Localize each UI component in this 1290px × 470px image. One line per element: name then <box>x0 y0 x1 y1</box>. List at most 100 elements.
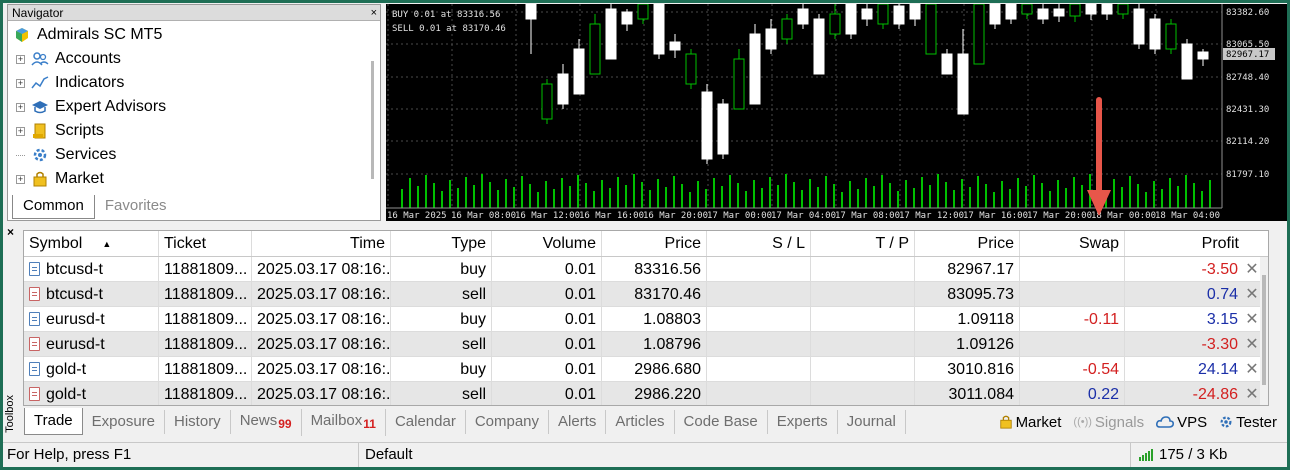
expand-icon[interactable]: + <box>16 174 25 184</box>
indicators-icon <box>31 74 49 92</box>
tab-articles[interactable]: Articles <box>606 410 675 434</box>
close-position-icon[interactable]: ✕ <box>1244 357 1260 381</box>
ticket-cell: 11881809... <box>159 382 252 405</box>
candle-body <box>653 4 665 55</box>
time-cell: 2025.03.17 08:16:... <box>252 282 391 306</box>
candle-body <box>877 4 889 25</box>
tp-cell <box>811 332 915 356</box>
open-price-cell: 83170.46 <box>602 282 707 306</box>
tab-news[interactable]: News99 <box>231 408 302 436</box>
candle-body <box>1181 43 1193 80</box>
tab-favorites[interactable]: Favorites <box>95 195 177 219</box>
close-position-icon[interactable]: ✕ <box>1244 257 1260 281</box>
price-chart[interactable]: 83382.60 83065.50 82967.17 82748.40 82431.30… <box>386 4 1287 221</box>
candle-body <box>861 8 873 20</box>
close-position-icon[interactable]: ✕ <box>1244 282 1260 306</box>
tab-calendar[interactable]: Calendar <box>386 410 466 434</box>
symbol-cell: btcusd-t <box>24 282 159 306</box>
column-current-price[interactable]: Price <box>915 231 1020 256</box>
candle-body <box>893 5 905 25</box>
time-tick-label: 17 Mar 16:00 <box>963 211 1028 221</box>
navigator-item-market[interactable]: + Market <box>8 167 380 191</box>
column-ticket[interactable]: Ticket <box>159 231 252 256</box>
status-network[interactable]: 175 / 3 Kb <box>1131 443 1227 467</box>
tester-tab[interactable]: Tester <box>1219 414 1277 431</box>
tab-common[interactable]: Common <box>12 195 95 219</box>
table-row[interactable]: btcusd-t 11881809... 2025.03.17 08:16:... b… <box>24 257 1268 282</box>
candle-body <box>669 41 681 51</box>
buy-order-label: BUY 0.01 at 83316.56 <box>392 10 500 20</box>
tab-history[interactable]: History <box>165 410 231 434</box>
navigator-panel: Navigator × Admirals SC MT5 + Accounts + <box>7 4 381 221</box>
navigator-item-accounts[interactable]: + Accounts <box>8 47 380 71</box>
close-position-icon[interactable]: ✕ <box>1244 382 1260 405</box>
tab-company[interactable]: Company <box>466 410 550 434</box>
tab-trade[interactable]: Trade <box>24 407 83 435</box>
close-position-icon[interactable]: ✕ <box>1244 307 1260 331</box>
signals-icon: ((•)) <box>1073 416 1092 428</box>
time-tick-label: 16 Mar 16:00 <box>579 211 644 221</box>
table-scrollbar[interactable] <box>1260 257 1268 405</box>
navigator-item-expert-advisors[interactable]: + Expert Advisors <box>8 95 380 119</box>
time-tick-label: 16 Mar 12:00 <box>515 211 580 221</box>
column-type[interactable]: Type <box>391 231 492 256</box>
status-profile[interactable]: Default <box>359 443 1131 467</box>
candle-body <box>605 8 617 60</box>
table-row[interactable]: eurusd-t 11881809... 2025.03.17 08:16:... s… <box>24 332 1268 357</box>
time-tick-label: 18 Mar 00:00 <box>1091 211 1156 221</box>
toolbox-close-button[interactable]: × <box>7 225 14 239</box>
tab-alerts[interactable]: Alerts <box>549 410 607 434</box>
navigator-scrollbar[interactable] <box>371 61 374 179</box>
navigator-item-scripts[interactable]: + Scripts <box>8 119 380 143</box>
scrollbar-thumb[interactable] <box>1262 275 1266 385</box>
table-row[interactable]: gold-t 11881809... 2025.03.17 08:16:... sel… <box>24 382 1268 405</box>
candlestick-chart[interactable]: 83382.6083065.5082967.1782748.4082431.30… <box>386 4 1287 221</box>
navigator-close-button[interactable]: × <box>371 5 377 21</box>
swap-cell <box>1020 257 1125 281</box>
candle-body <box>525 4 537 20</box>
close-position-icon[interactable]: ✕ <box>1244 332 1260 356</box>
tab-experts[interactable]: Experts <box>768 410 838 434</box>
navigator-item-indicators[interactable]: + Indicators <box>8 71 380 95</box>
type-cell: buy <box>391 357 492 381</box>
expand-icon[interactable]: + <box>16 126 25 136</box>
expand-icon[interactable]: + <box>16 54 25 64</box>
column-tp[interactable]: T / P <box>811 231 915 256</box>
signals-tab[interactable]: ((•)) Signals <box>1073 414 1144 431</box>
tab-exposure[interactable]: Exposure <box>83 410 166 434</box>
candle-body <box>1021 4 1033 15</box>
navigator-item-services[interactable]: Services <box>8 143 380 167</box>
tab-code-base[interactable]: Code Base <box>675 410 768 434</box>
candle-body <box>1133 8 1145 45</box>
expand-icon[interactable]: + <box>16 78 25 88</box>
sort-ascending-icon: ▲ <box>102 238 112 249</box>
column-volume[interactable]: Volume <box>492 231 602 256</box>
toolbox-label: Toolbox <box>4 395 16 433</box>
tab-mailbox[interactable]: Mailbox11 <box>302 408 386 436</box>
candle-body <box>573 48 585 95</box>
column-time[interactable]: Time <box>252 231 391 256</box>
column-sl[interactable]: S / L <box>707 231 811 256</box>
vps-tab[interactable]: VPS <box>1156 414 1207 431</box>
navigator-root[interactable]: Admirals SC MT5 <box>8 23 380 47</box>
tab-journal[interactable]: Journal <box>838 410 906 434</box>
table-row[interactable]: btcusd-t 11881809... 2025.03.17 08:16:... s… <box>24 282 1268 307</box>
table-row[interactable]: eurusd-t 11881809... 2025.03.17 08:16:... b… <box>24 307 1268 332</box>
navigator-title: Navigator <box>8 5 380 21</box>
swap-cell: -0.11 <box>1020 307 1125 331</box>
column-symbol[interactable]: Symbol ▲ <box>24 231 159 256</box>
column-swap[interactable]: Swap <box>1020 231 1125 256</box>
candle-body <box>781 18 793 40</box>
navigator-item-label: Scripts <box>55 122 104 139</box>
column-price[interactable]: Price <box>602 231 707 256</box>
swap-cell <box>1020 332 1125 356</box>
sl-cell <box>707 382 811 405</box>
expand-icon[interactable]: + <box>16 102 25 112</box>
tp-cell <box>811 307 915 331</box>
table-row[interactable]: gold-t 11881809... 2025.03.17 08:16:... buy… <box>24 357 1268 382</box>
profit-value: -24.86 <box>1192 385 1238 403</box>
column-profit[interactable]: Profit <box>1125 231 1265 256</box>
volume-cell: 0.01 <box>492 382 602 405</box>
market-tab[interactable]: Market <box>999 414 1061 431</box>
price-tick-label: 82431.30 <box>1226 105 1269 115</box>
